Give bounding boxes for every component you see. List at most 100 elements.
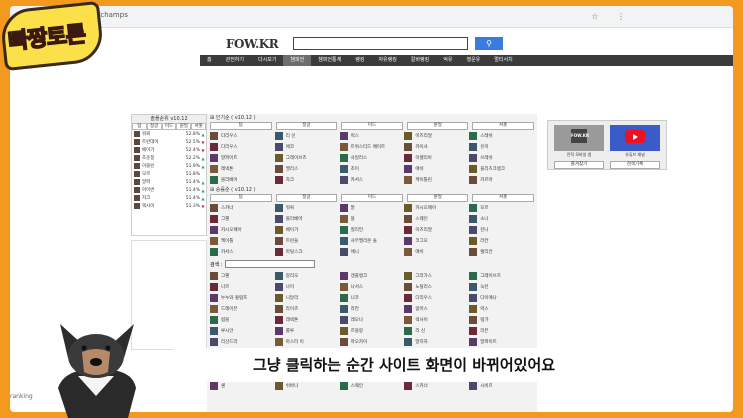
champion-item[interactable]: 리산드라 <box>210 337 275 347</box>
popular-lane-tab[interactable]: 정글 <box>275 122 338 130</box>
champion-item[interactable]: 케이틀 <box>210 236 275 246</box>
champion-item[interactable]: 스웨인 <box>339 381 405 391</box>
champion-item[interactable]: 애쉬 <box>404 247 469 257</box>
nav-item[interactable]: 칼바랭킹 <box>404 55 436 66</box>
champion-item[interactable]: 스레쉬 <box>469 131 534 141</box>
champion-item[interactable]: 드레이븐 <box>210 304 275 314</box>
champion-item[interactable]: 그레이브즈 <box>274 153 340 163</box>
champion-item[interactable]: 니코 <box>339 293 405 303</box>
champion-item[interactable]: 사무엘리온 솔 <box>339 236 405 246</box>
champion-item[interactable]: 라칸 <box>339 304 405 314</box>
champion-item[interactable]: 애쉬 <box>404 164 469 174</box>
ranking-tab[interactable]: 원딜 <box>176 123 192 130</box>
champion-item[interactable]: 나르 <box>210 282 275 292</box>
ranking-tab[interactable]: 미드 <box>161 123 177 130</box>
champion-item[interactable]: 리븐 <box>469 326 534 336</box>
ranking-tab[interactable]: 탑 <box>132 123 147 130</box>
winrate-lane-tab[interactable]: 원딜 <box>406 194 469 202</box>
nav-item[interactable]: 챔피언 <box>283 55 312 66</box>
winrate-lane-tab[interactable]: 정글 <box>275 194 338 202</box>
nav-item[interactable]: 홈 <box>200 55 219 66</box>
ranking-row[interactable]: 렉사이 51.3% ▼ <box>132 202 206 210</box>
champion-item[interactable]: 라칸 <box>469 236 534 246</box>
champion-item[interactable]: 렐리안 <box>469 247 534 257</box>
site-logo[interactable]: FOW.KR <box>226 37 279 51</box>
champion-item[interactable]: 레오나 <box>339 315 405 325</box>
champion-item[interactable]: 쉬바나 <box>274 381 340 391</box>
search-input[interactable] <box>293 37 468 50</box>
champion-item[interactable]: 말파이트 <box>210 153 275 163</box>
champion-item[interactable]: 블 <box>339 214 405 224</box>
champion-item[interactable]: 렉사이 <box>404 315 469 325</box>
champion-item[interactable]: 쉔 <box>210 381 275 391</box>
champion-item[interactable]: 쓰레쉬 <box>469 153 534 163</box>
ranking-tab[interactable]: 정글 <box>146 123 162 130</box>
ranking-row[interactable]: 워윅 52.8% ▲ <box>132 130 206 138</box>
popular-lane-tab[interactable]: 서폿 <box>472 122 534 130</box>
champion-item[interactable]: 니달리 <box>274 293 340 303</box>
champion-item[interactable]: 마스터 이 <box>274 337 340 347</box>
champion-item[interactable]: 말파이트 <box>469 337 534 347</box>
champion-item[interactable]: 나서스 <box>339 282 405 292</box>
champion-item[interactable]: 갱플랭크 <box>339 271 405 281</box>
champion-item[interactable]: 레넥톤 <box>274 315 340 325</box>
champion-item[interactable]: 룰루 <box>274 326 340 336</box>
winrate-lane-tab[interactable]: 탑 <box>210 194 272 202</box>
champion-item[interactable]: 라이즈 <box>274 304 340 314</box>
champion-item[interactable]: 그레이브즈 <box>469 271 534 281</box>
nav-item[interactable]: 행운유 <box>459 55 487 66</box>
address-bar[interactable]: /champs <box>98 11 128 19</box>
champion-item[interactable]: 볼리베어 <box>210 175 275 185</box>
champion-item[interactable]: 그라가스 <box>404 271 469 281</box>
nav-item[interactable]: 멀티서치 <box>487 55 519 66</box>
champion-item[interactable]: 트런들 <box>274 236 340 246</box>
winrate-lane-tab[interactable]: 서폿 <box>472 194 534 202</box>
search-button[interactable]: ⚲ <box>475 37 503 50</box>
champion-item[interactable]: 마오카이 <box>339 337 405 347</box>
champion-item[interactable]: 노틸러스 <box>404 282 469 292</box>
champion-item[interactable]: 에코 <box>274 142 340 152</box>
champion-item[interactable]: 이즈리얼 <box>404 225 469 235</box>
champion-item[interactable]: 잔나 <box>469 225 534 235</box>
champion-search-input[interactable] <box>225 260 316 268</box>
champion-item[interactable]: 조이 <box>339 164 405 174</box>
champion-item[interactable]: 갈리오 <box>274 271 340 281</box>
champion-item[interactable]: 이렐리아 <box>404 153 469 163</box>
champion-item[interactable]: 사일러스 <box>339 153 405 163</box>
ranking-row[interactable]: 말파 51.4% ▲ <box>132 178 206 186</box>
favorites-button[interactable]: 즐겨찾기 <box>554 161 604 169</box>
mobile-app-card[interactable]: FOW.KR <box>554 125 604 151</box>
champion-item[interactable]: 다리우스 <box>210 131 275 141</box>
nav-item[interactable]: 억유 <box>436 55 459 66</box>
ranking-row[interactable]: 자크 51.4% ▲ <box>132 194 206 202</box>
champion-item[interactable]: 자크 <box>274 175 340 185</box>
popular-lane-tab[interactable]: 원딜 <box>406 122 469 130</box>
ranking-row[interactable]: 조운봉 52.2% ▲ <box>132 154 206 162</box>
champion-item[interactable]: 코그모 <box>404 236 469 246</box>
champion-item[interactable]: 다리우스 <box>210 142 275 152</box>
nav-item[interactable]: 랭킹 <box>348 55 371 66</box>
champion-item[interactable]: 애니 <box>339 247 405 257</box>
champion-item[interactable]: 트위스티드 페이트 <box>339 142 405 152</box>
champion-item[interactable]: 블리츠크랭크 <box>469 164 534 174</box>
winrate-lane-tab[interactable]: 미드 <box>341 194 403 202</box>
champion-item[interactable]: 질리언 <box>339 225 405 235</box>
champion-item[interactable]: 모르 <box>469 203 534 213</box>
youtube-card[interactable] <box>610 125 660 151</box>
champion-item[interactable]: 르블랑 <box>339 326 405 336</box>
champion-item[interactable]: 이즈리얼 <box>404 131 469 141</box>
champion-item[interactable]: 다리우스 <box>404 293 469 303</box>
champion-item[interactable]: 리 신 <box>274 131 340 141</box>
champion-item[interactable]: 엘리스 <box>274 164 340 174</box>
champion-item[interactable]: 마틸스크 <box>274 247 340 257</box>
champion-item[interactable]: 카서스 <box>210 247 275 257</box>
ranking-row[interactable]: 모르 51.8% <box>132 170 206 178</box>
search-history-button[interactable]: 검색기록 <box>610 161 660 169</box>
champion-item[interactable]: 카이사 <box>404 142 469 152</box>
ranking-row[interactable]: 이블린 51.9% ▲ <box>132 162 206 170</box>
ranking-row[interactable]: 아이번 51.4% ▲ <box>132 186 206 194</box>
champion-item[interactable]: 스카너 <box>404 381 469 391</box>
nav-item[interactable]: 다시보기 <box>251 55 283 66</box>
champion-item[interactable]: 스웨인 <box>404 214 469 224</box>
champion-item[interactable]: 카서스 <box>339 175 405 185</box>
